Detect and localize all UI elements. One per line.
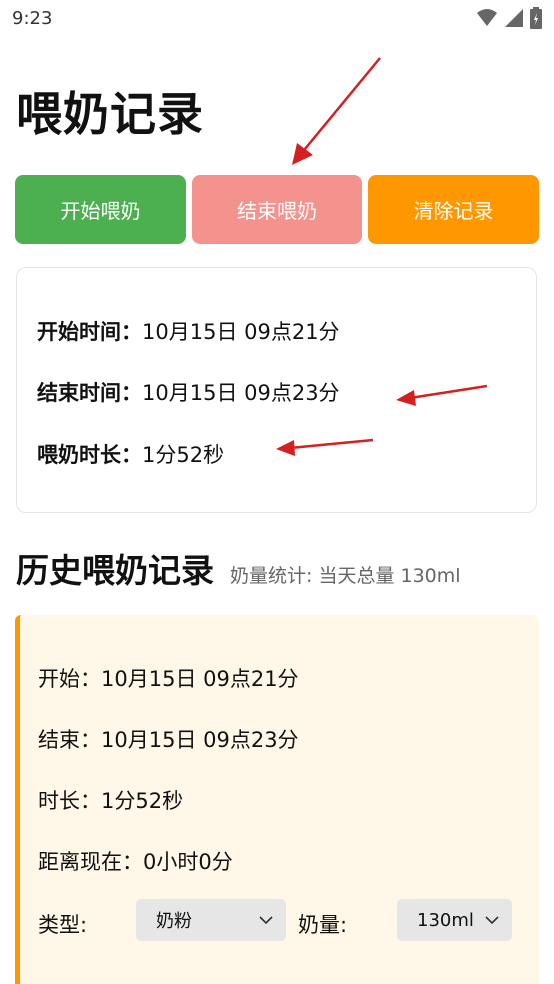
- record-duration-row: 时长：1分52秒: [38, 785, 183, 815]
- end-time-label: 结束时间：: [37, 381, 142, 405]
- milk-stats: 奶量统计: 当天总量 130ml: [230, 565, 461, 587]
- duration-label: 喂奶时长：: [37, 443, 142, 467]
- chevron-down-icon: [484, 912, 500, 928]
- start-time-value: 10月15日 09点21分: [142, 320, 340, 344]
- start-time-label: 开始时间：: [37, 320, 142, 344]
- history-header: 历史喂奶记录 奶量统计: 当天总量 130ml: [16, 544, 461, 592]
- record-start-value: 10月15日 09点21分: [101, 667, 299, 691]
- current-feeding-card: 开始时间：10月15日 09点21分 结束时间：10月15日 09点23分 喂奶…: [16, 267, 537, 513]
- start-feeding-button[interactable]: 开始喂奶: [15, 175, 186, 244]
- type-label: 类型:: [38, 913, 88, 937]
- clear-records-button[interactable]: 清除记录: [368, 175, 539, 244]
- status-icons: [476, 7, 542, 29]
- amount-label: 奶量:: [298, 913, 348, 937]
- record-duration-label: 时长：: [38, 789, 101, 813]
- end-time-row: 结束时间：10月15日 09点23分: [37, 377, 340, 407]
- record-end-row: 结束：10月15日 09点23分: [38, 724, 299, 754]
- record-elapsed-label: 距离现在：: [38, 850, 143, 874]
- record-end-label: 结束：: [38, 728, 101, 752]
- signal-icon: [505, 9, 523, 27]
- end-time-value: 10月15日 09点23分: [142, 381, 340, 405]
- record-elapsed-row: 距离现在：0小时0分: [38, 846, 233, 876]
- status-time: 9:23: [12, 8, 53, 29]
- page-title: 喂奶记录: [16, 87, 204, 141]
- history-title: 历史喂奶记录: [16, 551, 214, 590]
- status-bar: 9:23: [0, 0, 554, 38]
- record-duration-value: 1分52秒: [101, 789, 184, 813]
- type-select[interactable]: 奶粉: [136, 899, 286, 941]
- chevron-down-icon: [258, 912, 274, 928]
- record-elapsed-value: 0小时0分: [143, 850, 233, 874]
- record-start-row: 开始：10月15日 09点21分: [38, 663, 299, 693]
- battery-icon: [530, 7, 542, 29]
- record-start-label: 开始：: [38, 667, 101, 691]
- end-feeding-button[interactable]: 结束喂奶: [192, 175, 362, 244]
- action-buttons: 开始喂奶 结束喂奶 清除记录: [15, 175, 539, 244]
- history-record-card: 开始：10月15日 09点21分 结束：10月15日 09点23分 时长：1分5…: [15, 615, 539, 984]
- duration-row: 喂奶时长：1分52秒: [37, 439, 224, 469]
- start-time-row: 开始时间：10月15日 09点21分: [37, 316, 340, 346]
- wifi-icon: [477, 9, 497, 26]
- amount-select-value: 130ml: [417, 909, 474, 931]
- type-select-value: 奶粉: [156, 911, 192, 932]
- annotation-arrow-end-button: [292, 57, 381, 165]
- duration-value: 1分52秒: [142, 443, 225, 467]
- record-end-value: 10月15日 09点23分: [101, 728, 299, 752]
- amount-select[interactable]: 130ml: [397, 899, 512, 941]
